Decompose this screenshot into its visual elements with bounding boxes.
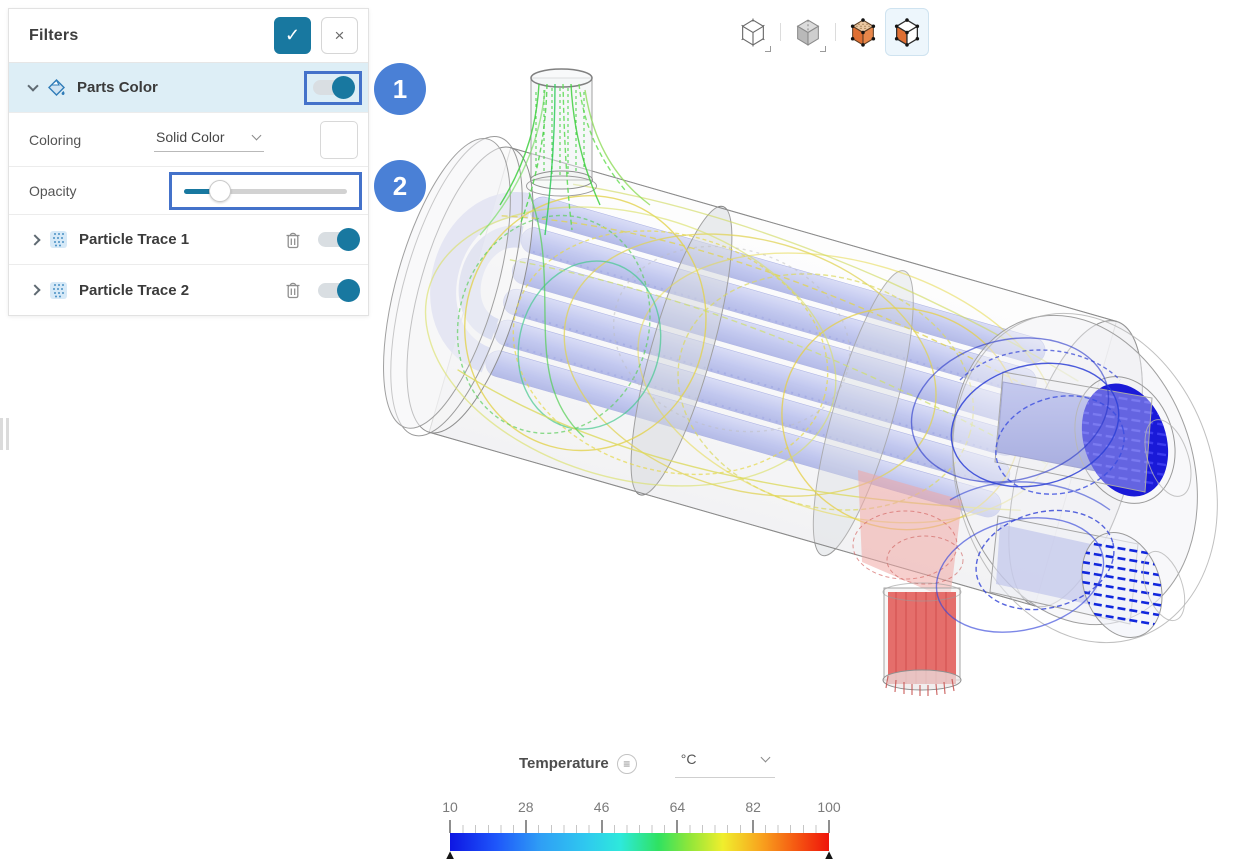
render-mode-toolbar xyxy=(731,7,929,57)
tick-label: 28 xyxy=(518,799,534,815)
colorbar-gradient xyxy=(450,833,829,851)
annotation-step-1: 1 xyxy=(374,63,426,115)
opacity-slider-thumb[interactable] xyxy=(209,180,231,202)
flyout-corner-icon xyxy=(765,46,771,52)
panel-title: Filters xyxy=(29,27,274,45)
parts-color-toggle[interactable] xyxy=(313,80,353,95)
unit-value: °C xyxy=(681,751,762,767)
annotation-highlight-2 xyxy=(169,172,362,210)
parts-color-row[interactable]: Parts Color xyxy=(9,63,368,113)
opacity-row: Opacity xyxy=(9,167,368,215)
coloring-label: Coloring xyxy=(29,132,154,148)
close-icon: × xyxy=(335,26,345,46)
wireframe-cube-icon xyxy=(740,18,766,47)
select-volumes-button[interactable] xyxy=(841,8,885,56)
parts-color-label: Parts Color xyxy=(77,79,304,96)
particle-trace-icon xyxy=(49,230,69,250)
toolbar-separator xyxy=(835,23,836,41)
filters-header: Filters ✓ × xyxy=(9,9,368,63)
tick-label: 46 xyxy=(594,799,610,815)
chevron-right-icon[interactable] xyxy=(29,284,40,295)
tick-label: 82 xyxy=(745,799,761,815)
chevron-down-icon xyxy=(252,131,262,141)
delete-trace-2-button[interactable] xyxy=(282,279,304,301)
menu-icon: ≡ xyxy=(623,757,630,771)
coloring-value: Solid Color xyxy=(156,129,239,145)
particle-trace-2-toggle[interactable] xyxy=(318,283,358,298)
particle-trace-2-row[interactable]: Particle Trace 2 xyxy=(9,265,368,315)
particle-trace-icon xyxy=(49,280,69,300)
annotation-highlight-1 xyxy=(304,71,362,105)
legend-menu-button[interactable]: ≡ xyxy=(617,754,637,774)
particle-trace-2-label: Particle Trace 2 xyxy=(79,282,282,299)
chevron-down-icon xyxy=(760,753,770,763)
transparent-cube-selection-icon xyxy=(894,18,920,47)
tick-label: 100 xyxy=(817,799,840,815)
colorbar: 10 28 46 64 82 100 ▲ ▲ xyxy=(450,799,829,865)
chevron-down-icon[interactable] xyxy=(27,80,38,91)
legend-field-label: Temperature xyxy=(519,755,609,772)
legend-header: Temperature ≡ °C xyxy=(519,749,775,778)
panel-resize-handle[interactable] xyxy=(0,418,9,450)
filters-panel: Filters ✓ × Parts Color xyxy=(8,8,369,316)
hot-outlet-pipe xyxy=(853,470,963,696)
select-surfaces-button[interactable] xyxy=(885,8,929,56)
colorbar-ticks xyxy=(450,819,829,833)
particle-trace-1-toggle[interactable] xyxy=(318,232,358,247)
app-window: Filters ✓ × Parts Color xyxy=(0,0,1239,867)
close-filters-button[interactable]: × xyxy=(321,17,358,54)
range-max-handle[interactable]: ▲ xyxy=(823,848,836,862)
unit-select[interactable]: °C xyxy=(675,749,775,778)
delete-trace-1-button[interactable] xyxy=(282,229,304,251)
tick-label: 64 xyxy=(670,799,686,815)
chevron-right-icon[interactable] xyxy=(29,234,40,245)
apply-filters-button[interactable]: ✓ xyxy=(274,17,311,54)
range-min-handle[interactable]: ▲ xyxy=(444,848,457,862)
paint-bucket-icon xyxy=(47,78,67,98)
annotation-step-2: 2 xyxy=(374,160,426,212)
particle-trace-1-label: Particle Trace 1 xyxy=(79,231,282,248)
opacity-label: Opacity xyxy=(29,183,154,199)
render-mode-shaded-button[interactable] xyxy=(786,8,830,56)
render-mode-wireframe-button[interactable] xyxy=(731,8,775,56)
shaded-cube-icon xyxy=(795,18,821,47)
toolbar-separator xyxy=(780,23,781,41)
colorbar-tick-labels: 10 28 46 64 82 100 xyxy=(450,799,829,815)
flyout-corner-icon xyxy=(820,46,826,52)
solid-cube-selection-icon xyxy=(850,18,876,47)
coloring-row: Coloring Solid Color xyxy=(9,113,368,167)
opacity-slider[interactable] xyxy=(184,180,347,202)
solid-color-swatch[interactable] xyxy=(320,121,358,159)
coloring-select[interactable]: Solid Color xyxy=(154,127,264,152)
particle-trace-1-row[interactable]: Particle Trace 1 xyxy=(9,215,368,265)
tick-label: 10 xyxy=(442,799,458,815)
check-icon: ✓ xyxy=(285,25,300,46)
